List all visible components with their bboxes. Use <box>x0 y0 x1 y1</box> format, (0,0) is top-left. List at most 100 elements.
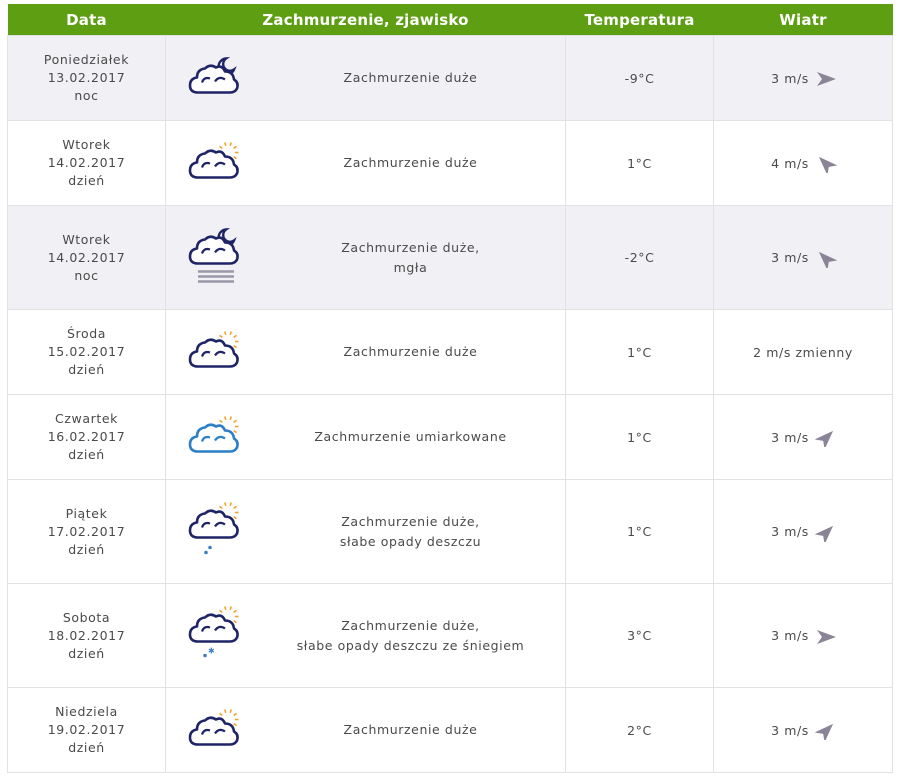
header-wind: Wiatr <box>713 4 893 36</box>
temperature-cell: 1°C <box>565 479 714 584</box>
condition-main: Zachmurzenie duże, <box>341 513 480 529</box>
day-part: dzień <box>68 541 105 557</box>
day-part: dzień <box>68 362 105 377</box>
wind-info: 2 m/s zmienny <box>753 345 853 360</box>
day-name: Wtorek <box>62 231 111 247</box>
condition-detail: słabe opady deszczu ze śniegiem <box>296 637 525 653</box>
date-cell: Poniedziałek 13.02.2017 noc <box>7 35 166 121</box>
cloud-moon-icon <box>188 56 242 100</box>
date-cell: Piątek 17.02.2017 dzień <box>7 479 166 584</box>
table-row: Niedziela 19.02.2017 dzień Zachmurzenie duż… <box>7 687 893 773</box>
day-name: Piątek <box>65 505 108 521</box>
date-cell: Niedziela 19.02.2017 dzień <box>7 687 166 773</box>
table-row: Czwartek 16.02.2017 dzień Zachmurzenie umia… <box>7 394 893 480</box>
wind-info: 3 m/s <box>771 429 835 450</box>
condition-main: Zachmurzenie duże, <box>341 239 480 255</box>
wind-cell: 3 m/s <box>713 687 893 773</box>
day-name: Środa <box>66 326 107 341</box>
condition-main: Zachmurzenie duże, <box>341 617 480 633</box>
table-row: Środa 15.02.2017 dzień Zachmurzenie duże 1°C… <box>7 309 893 395</box>
wind-cell: 3 m/s <box>713 205 893 310</box>
cloud-sun-rain-icon <box>188 501 242 562</box>
table-header-row: Data Zachmurzenie, zjawisko Temperatura … <box>7 4 893 36</box>
cloud-sun-sleet-icon: ✱ <box>188 605 242 666</box>
date-value: 19.02.2017 <box>47 722 126 737</box>
wind-info: 3 m/s <box>771 722 835 743</box>
conditions-cell: ✱ Zachmurzenie duże, słabe opady deszczu z… <box>165 583 566 688</box>
svg-text:✱: ✱ <box>208 646 215 655</box>
wind-info: 3 m/s <box>771 524 835 544</box>
date-value: 17.02.2017 <box>47 523 126 539</box>
table-row: Piątek 17.02.2017 dzień Zachmurzenie duże, s… <box>7 479 893 584</box>
cloud-sun-blue-icon <box>188 416 242 459</box>
day-name: Wtorek <box>62 137 111 152</box>
wind-speed: 4 m/s <box>771 155 809 171</box>
header-temperature: Temperatura <box>565 4 714 36</box>
day-part: noc <box>74 88 99 103</box>
day-part: dzień <box>68 447 105 462</box>
date-value: 14.02.2017 <box>47 155 126 170</box>
forecast-panel: Data Zachmurzenie, zjawisko Temperatura … <box>7 4 893 773</box>
condition-main: Zachmurzenie umiarkowane <box>314 429 507 444</box>
date-cell: Wtorek 14.02.2017 dzień <box>7 120 166 206</box>
cloud-sun-icon <box>188 331 242 374</box>
date-value: 16.02.2017 <box>47 429 126 444</box>
date-value: 15.02.2017 <box>47 344 126 359</box>
temperature-cell: -9°C <box>565 35 714 121</box>
day-part: dzień <box>68 740 105 755</box>
wind-speed: 3 m/s <box>771 628 809 643</box>
wind-cell: 3 m/s <box>713 479 893 584</box>
cloud-sun-icon <box>188 709 242 752</box>
temperature-cell: 1°C <box>565 394 714 480</box>
wind-speed: 3 m/s <box>771 70 809 86</box>
conditions-cell: Zachmurzenie umiarkowane <box>165 394 566 480</box>
day-part: dzień <box>68 645 105 661</box>
condition-detail: mgła <box>393 259 428 275</box>
wind-cell: 3 m/s <box>713 394 893 480</box>
condition-detail: słabe opady deszczu <box>339 533 482 549</box>
wind-cell: 3 m/s <box>713 583 893 688</box>
day-part: noc <box>74 267 99 283</box>
temperature-cell: 3°C <box>565 583 714 688</box>
wind-speed: 3 m/s <box>771 429 809 445</box>
header-conditions: Zachmurzenie, zjawisko <box>165 4 566 36</box>
day-name: Czwartek <box>55 411 118 426</box>
cloud-sun-icon <box>188 142 242 185</box>
condition-main: Zachmurzenie duże <box>343 344 478 359</box>
conditions-cell: Zachmurzenie duże <box>165 35 566 121</box>
day-name: Niedziela <box>55 704 118 719</box>
table-row: Wtorek 14.02.2017 noc Zachmurzenie duże, mgł… <box>7 205 893 310</box>
temperature-cell: 2°C <box>565 687 714 773</box>
wind-cell: 4 m/s <box>713 120 893 206</box>
date-cell: Wtorek 14.02.2017 noc <box>7 205 166 310</box>
table-row: Wtorek 14.02.2017 dzień Zachmurzenie duże 1°… <box>7 120 893 206</box>
day-name: Poniedziałek <box>43 52 130 67</box>
wind-speed: 3 m/s <box>771 524 809 539</box>
wind-speed: 2 m/s zmienny <box>753 344 853 360</box>
wind-arrow-northwest-icon <box>815 250 838 270</box>
table-row: Poniedziałek 13.02.2017 noc Zachmurzenie du… <box>7 35 893 121</box>
temperature-cell: -2°C <box>565 205 714 310</box>
date-cell: Sobota 18.02.2017 dzień <box>7 583 166 688</box>
day-part: dzień <box>68 173 105 188</box>
temperature-cell: 1°C <box>565 120 714 206</box>
forecast-table: Data Zachmurzenie, zjawisko Temperatura … <box>7 4 893 773</box>
wind-info: 3 m/s <box>771 250 838 270</box>
wind-arrow-east-icon <box>815 628 836 644</box>
wind-info: 3 m/s <box>771 628 836 644</box>
table-row: Sobota 18.02.2017 dzień ✱ Zachmurzenie duże,… <box>7 583 893 688</box>
date-value: 14.02.2017 <box>47 249 126 265</box>
wind-arrow-northeast-icon <box>814 524 835 544</box>
wind-arrow-east-icon <box>815 70 836 86</box>
date-value: 13.02.2017 <box>47 70 126 85</box>
wind-info: 4 m/s <box>771 155 838 176</box>
wind-speed: 3 m/s <box>771 250 809 265</box>
conditions-cell: Zachmurzenie duże <box>165 309 566 395</box>
wind-arrow-northwest-icon <box>815 155 838 176</box>
condition-main: Zachmurzenie duże <box>343 70 478 85</box>
header-date: Data <box>7 4 166 36</box>
condition-main: Zachmurzenie duże <box>343 722 478 737</box>
conditions-cell: Zachmurzenie duże, mgła <box>165 205 566 310</box>
wind-info: 3 m/s <box>771 70 836 86</box>
cloud-moon-fog-icon <box>188 227 242 288</box>
